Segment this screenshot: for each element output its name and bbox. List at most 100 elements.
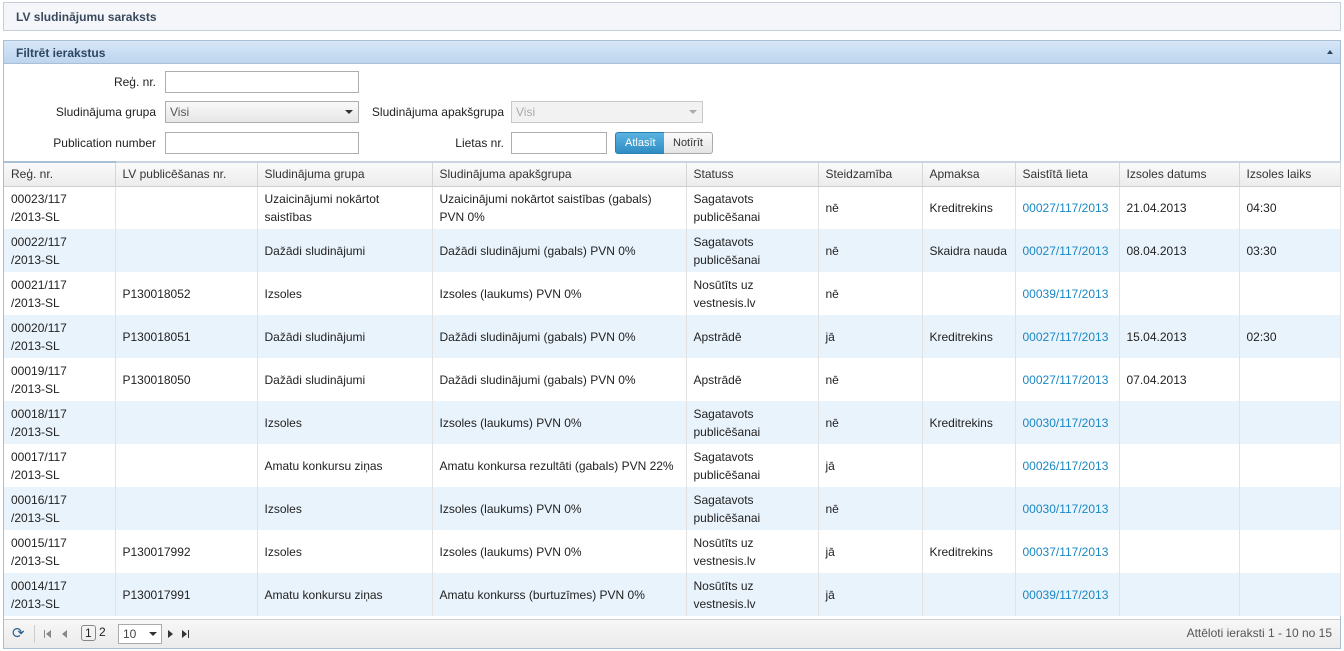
table-row[interactable]: 00023/117 /2013-SL Uzaicinājumi nokārtot …: [4, 186, 1341, 229]
reg-nr-cell: 00017/117 /2013-SL: [4, 444, 116, 487]
table-row[interactable]: 00018/117 /2013-SL Izsoles Izsoles (laukum…: [4, 401, 1341, 444]
pubnum-input[interactable]: [165, 132, 359, 154]
filter-header[interactable]: Filtrēt ierakstus: [4, 41, 1340, 64]
auction-time-cell: [1239, 401, 1341, 444]
case-cell: 00027/117/2013: [1015, 229, 1120, 272]
status-cell: Sagatavots publicēšanai: [686, 487, 819, 530]
case-link[interactable]: 00030/117/2013: [1023, 502, 1109, 516]
payment-cell: Skaidra nauda: [922, 229, 1016, 272]
column-header[interactable]: Steidzamība: [818, 161, 923, 187]
column-header[interactable]: Saistītā lieta: [1015, 161, 1120, 187]
results-grid: Reģ. nr. LV publicēšanas nr. Sludinājuma g…: [4, 161, 1341, 616]
reg-nr-text: 00018/117 /2013-SL: [11, 406, 67, 439]
chevron-down-icon: [345, 110, 353, 114]
status-cell: Sagatavots publicēšanai: [686, 401, 819, 444]
table-header-row: Reģ. nr. LV publicēšanas nr. Sludinājuma g…: [4, 161, 1341, 187]
results-table: Reģ. nr. LV publicēšanas nr. Sludinājuma g…: [4, 161, 1341, 616]
last-page-icon[interactable]: [181, 620, 193, 648]
case-link[interactable]: 00030/117/2013: [1023, 416, 1109, 430]
table-row[interactable]: 00015/117 /2013-SL P130017992 Izsoles Izsol…: [4, 530, 1341, 573]
column-header[interactable]: Sludinājuma apakšgrupa: [432, 161, 687, 187]
table-row[interactable]: 00021/117 /2013-SL P130018052 Izsoles Izsol…: [4, 272, 1341, 315]
case-link[interactable]: 00039/117/2013: [1023, 588, 1109, 602]
column-header[interactable]: Reģ. nr.: [4, 161, 116, 187]
reg-nr-input[interactable]: [165, 71, 359, 93]
case-cell: 00027/117/2013: [1015, 358, 1120, 401]
pager: ⟳ 1 2 10 Attēloti ieraksti 1 - 10 no 15: [4, 619, 1340, 648]
case-cell: 00039/117/2013: [1015, 272, 1120, 315]
pub-nr-cell: [115, 487, 258, 530]
payment-cell: [922, 444, 1016, 487]
next-page-icon[interactable]: [167, 620, 175, 648]
group-cell: Dažādi sludinājumi: [257, 315, 433, 358]
filter-title: Filtrēt ierakstus: [16, 46, 106, 60]
status-cell: Nosūtīts uz vestnesis.lv: [686, 573, 819, 616]
auction-date-cell: [1119, 444, 1240, 487]
payment-cell: [922, 358, 1016, 401]
page-2-button[interactable]: 2: [99, 625, 106, 639]
case-cell: 00030/117/2013: [1015, 487, 1120, 530]
pub-nr-cell: P130017991: [115, 573, 258, 616]
pub-nr-cell: P130017992: [115, 530, 258, 573]
column-header[interactable]: Sludinājuma grupa: [257, 161, 433, 187]
case-link[interactable]: 00027/117/2013: [1023, 373, 1109, 387]
payment-cell: [922, 573, 1016, 616]
subgroup-cell: Dažādi sludinājumi (gabals) PVN 0%: [432, 358, 687, 401]
case-cell: 00037/117/2013: [1015, 530, 1120, 573]
table-row[interactable]: 00022/117 /2013-SL Dažādi sludinājumi Dažā…: [4, 229, 1341, 272]
urgency-cell: nē: [818, 401, 923, 444]
case-cell: 00026/117/2013: [1015, 444, 1120, 487]
refresh-icon[interactable]: ⟳: [12, 624, 25, 642]
group-cell: Izsoles: [257, 272, 433, 315]
prev-page-icon[interactable]: [61, 620, 69, 648]
auction-date-cell: [1119, 272, 1240, 315]
case-link[interactable]: 00037/117/2013: [1023, 545, 1109, 559]
subgroup-select[interactable]: Visi: [511, 101, 703, 123]
column-header[interactable]: Statuss: [686, 161, 819, 187]
auction-date-cell: 15.04.2013: [1119, 315, 1240, 358]
pub-nr-cell: P130018050: [115, 358, 258, 401]
auction-time-cell: [1239, 444, 1341, 487]
group-select[interactable]: Visi: [165, 101, 359, 123]
column-header[interactable]: Izsoles laiks: [1239, 161, 1341, 187]
subgroup-label: Sludinājuma apakšgrupa: [371, 105, 504, 119]
collapse-icon[interactable]: [1327, 50, 1333, 54]
table-row[interactable]: 00020/117 /2013-SL P130018051 Dažādi sludi…: [4, 315, 1341, 358]
group-cell: Amatu konkursu ziņas: [257, 573, 433, 616]
table-body: 00023/117 /2013-SL Uzaicinājumi nokārtot …: [4, 186, 1341, 616]
case-input[interactable]: [511, 132, 607, 154]
case-link[interactable]: 00039/117/2013: [1023, 287, 1109, 301]
chevron-down-icon: [149, 632, 157, 636]
group-cell: Izsoles: [257, 487, 433, 530]
select-button[interactable]: Atlasīt: [615, 132, 666, 154]
column-header[interactable]: Izsoles datums: [1119, 161, 1240, 187]
group-cell: Izsoles: [257, 530, 433, 573]
page-1-button[interactable]: 1: [81, 625, 96, 641]
filter-form: Reģ. nr. Sludinājuma grupa Visi Sludināj…: [4, 64, 1340, 160]
table-row[interactable]: 00016/117 /2013-SL Izsoles Izsoles (laukum…: [4, 487, 1341, 530]
table-row[interactable]: 00019/117 /2013-SL P130018050 Dažādi sludi…: [4, 358, 1341, 401]
first-page-icon[interactable]: [44, 620, 56, 648]
payment-cell: [922, 487, 1016, 530]
subgroup-cell: Izsoles (laukums) PVN 0%: [432, 401, 687, 444]
pub-nr-cell: [115, 401, 258, 444]
reg-nr-text: 00020/117 /2013-SL: [11, 320, 67, 353]
reg-nr-text: 00021/117 /2013-SL: [11, 277, 67, 310]
case-link[interactable]: 00027/117/2013: [1023, 244, 1109, 258]
pager-separator: [34, 625, 35, 643]
column-header[interactable]: Apmaksa: [922, 161, 1016, 187]
reg-nr-text: 00017/117 /2013-SL: [11, 449, 67, 482]
auction-time-cell: [1239, 272, 1341, 315]
case-link[interactable]: 00027/117/2013: [1023, 201, 1109, 215]
auction-time-cell: [1239, 573, 1341, 616]
table-row[interactable]: 00014/117 /2013-SL P130017991 Amatu konkur…: [4, 573, 1341, 616]
page-size-select[interactable]: 10: [118, 624, 162, 644]
pub-nr-cell: [115, 229, 258, 272]
clear-button[interactable]: Notīrīt: [664, 132, 713, 154]
case-link[interactable]: 00026/117/2013: [1023, 459, 1109, 473]
subgroup-cell: Izsoles (laukums) PVN 0%: [432, 487, 687, 530]
window-title: LV sludinājumu saraksts: [3, 2, 1341, 31]
case-link[interactable]: 00027/117/2013: [1023, 330, 1109, 344]
column-header[interactable]: LV publicēšanas nr.: [115, 161, 258, 187]
table-row[interactable]: 00017/117 /2013-SL Amatu konkursu ziņas Am…: [4, 444, 1341, 487]
